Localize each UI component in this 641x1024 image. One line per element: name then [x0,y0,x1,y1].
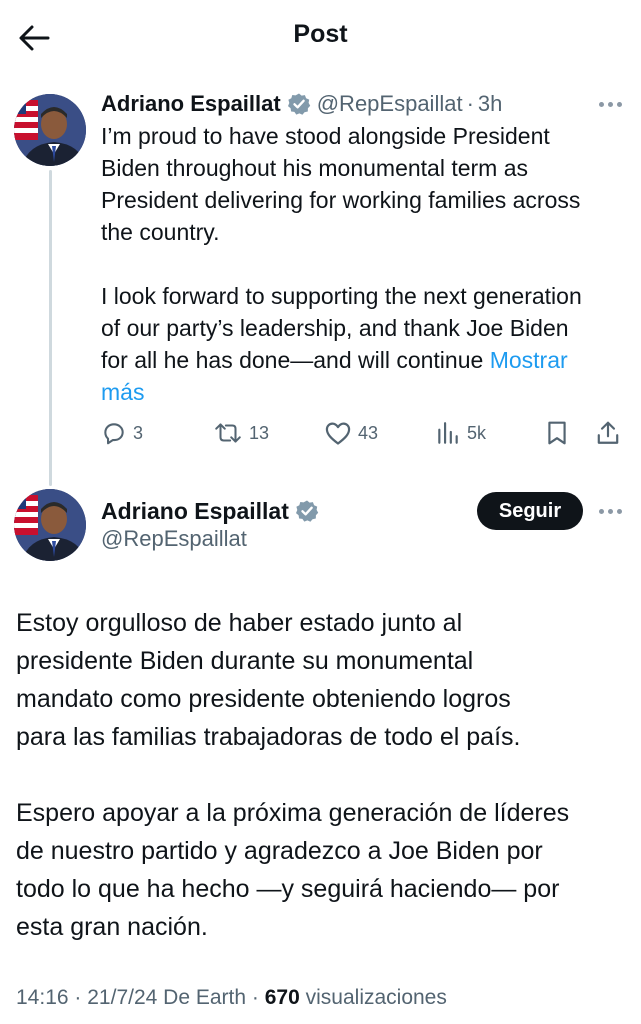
views-button[interactable]: 5k [435,415,486,451]
thread-connector [49,170,52,486]
author-name[interactable]: Adriano Espaillat [101,498,289,525]
bookmark-button[interactable] [545,415,569,451]
share-icon [597,421,619,444]
top-bar: Post [0,0,641,74]
text-line: I’m proud to have stood alongside Presid… [101,123,550,149]
text-segment: for all he has done—and will continue [101,347,490,373]
tweet-metadata: 14:16 · 21/7/24 De Earth · 670 visualiza… [16,986,447,1010]
verified-badge-icon [287,93,310,115]
follow-button[interactable]: Seguir [477,492,583,530]
show-more-link[interactable]: Mostrar [490,347,568,373]
tweet-actions: 3 13 43 5k [101,415,626,451]
main-tweet-author: Adriano Espaillat [101,494,325,528]
separator: · [251,986,259,1009]
text-line: I look forward to supporting the next ge… [101,283,582,309]
text-line: esta gran nación. [16,913,208,941]
text-line: the country. [101,219,220,245]
text-line: para las familias trabajadoras de todo e… [16,723,521,751]
views-count: 670 [264,986,300,1009]
text-line: de nuestro partido y agradezco a Joe Bid… [16,837,543,865]
text-line: mandato como presidente obteniendo logro… [16,685,511,713]
author-name[interactable]: Adriano Espaillat [101,91,281,117]
timestamp[interactable]: 3h [478,91,502,117]
analytics-icon [438,422,458,444]
author-handle[interactable]: @RepEspaillat [317,91,463,117]
post-date[interactable]: 21/7/24 [87,986,157,1009]
parent-tweet-text: I’m proud to have stood alongside Presid… [101,120,621,408]
reply-icon [104,423,124,445]
text-line: Biden throughout his monumental term as [101,155,529,181]
more-options-icon[interactable] [590,92,630,116]
author-handle[interactable]: @RepEspaillat [101,526,247,552]
parent-tweet-header: Adriano Espaillat @RepEspaillat · 3h [101,88,502,120]
avatar[interactable] [14,489,86,561]
text-line: todo lo que ha hecho —y seguirá haciendo… [16,875,560,903]
views-label: visualizaciones [305,986,447,1009]
repost-icon [215,423,241,443]
text-line: más [101,376,621,408]
avatar[interactable] [14,94,86,166]
text-line: for all he has done—and will continue Mo… [101,344,621,376]
separator: · [74,986,82,1009]
page-title: Post [293,20,348,48]
reply-count: 3 [133,422,144,443]
main-tweet-text: Estoy orgulloso de haber estado junto al… [16,604,628,946]
bookmark-icon [548,421,566,445]
views-count: 5k [467,422,487,443]
like-button[interactable]: 43 [324,415,378,451]
show-more-link-continued[interactable]: más [101,379,144,405]
like-count: 43 [358,422,379,443]
heart-icon [325,422,351,445]
separator: · [466,91,474,116]
reply-button[interactable]: 3 [101,415,143,451]
text-line: Espero apoyar a la próxima generación de… [16,799,570,827]
verified-badge-icon [295,500,319,522]
post-time[interactable]: 14:16 [16,986,69,1009]
repost-count: 13 [249,422,270,443]
repost-button[interactable]: 13 [213,415,269,451]
text-line: President delivering for working familie… [101,187,581,213]
text-line: presidente Biden durante su monumental [16,647,474,675]
text-line: Estoy orgulloso de haber estado junto al [16,609,463,637]
more-options-icon[interactable] [590,499,630,523]
share-button[interactable] [595,415,621,451]
post-source: De Earth [163,986,247,1009]
text-line: of our party’s leadership, and thank Joe… [101,315,569,341]
